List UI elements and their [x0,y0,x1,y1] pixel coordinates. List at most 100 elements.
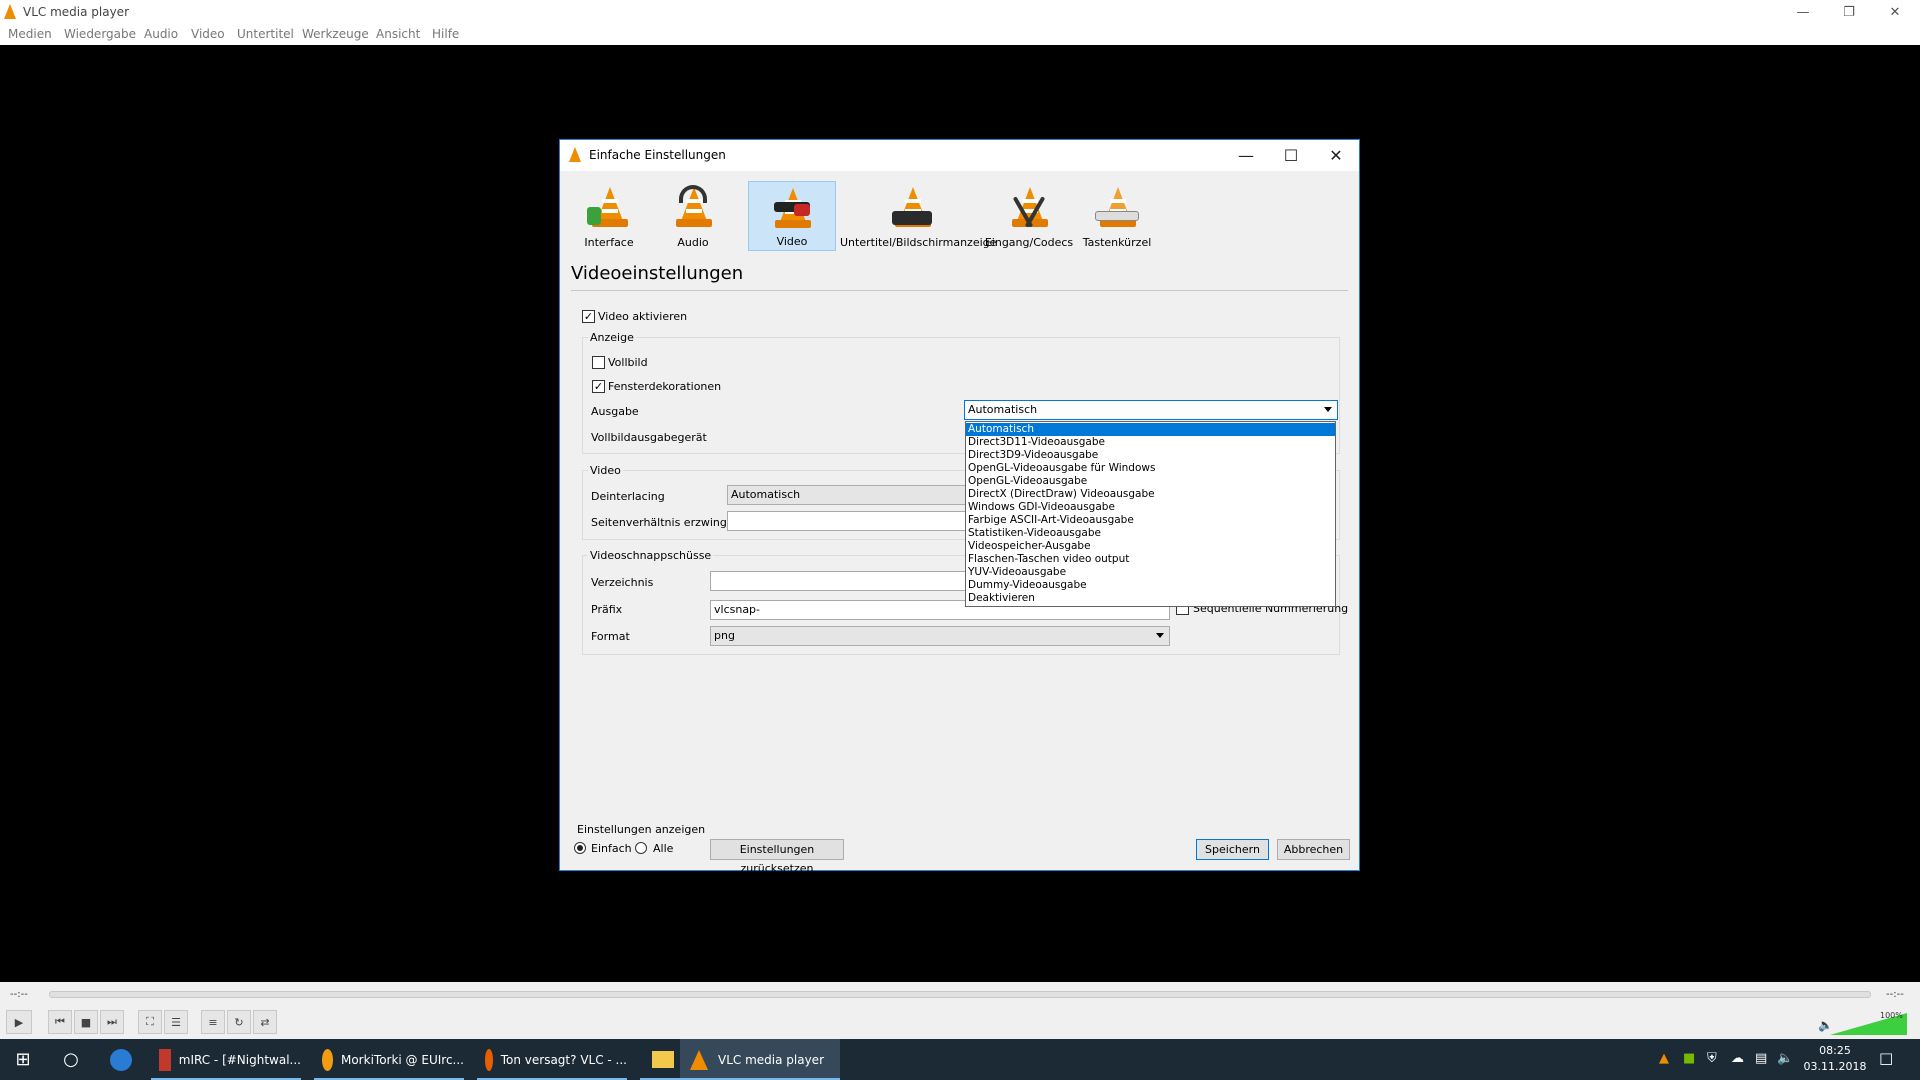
xchat-icon [322,1048,333,1071]
notifications-icon[interactable]: □ [1879,1049,1893,1067]
clock[interactable]: 08:25 03.11.2018 [1800,1043,1870,1075]
network-icon[interactable]: ▤ [1755,1051,1767,1066]
output-option[interactable]: YUV-Videoausgabe [966,566,1335,579]
menu-audio[interactable]: Audio [144,27,178,41]
stop-button[interactable]: ■ [74,1010,98,1034]
category-hotkeys[interactable]: Tastenkürzel [1076,181,1158,251]
input-codecs-cone-icon [1007,185,1051,231]
menu-hilfe[interactable]: Hilfe [432,27,459,41]
menu-medien[interactable]: Medien [8,27,52,41]
menu-ansicht[interactable]: Ansicht [376,27,420,41]
title-bar: VLC media player — ❐ ✕ [0,0,1920,25]
simple-radio-label: Einfach [591,842,632,855]
category-label: Tastenkürzel [1082,236,1152,249]
fullscreen-button[interactable]: ⛶ [138,1010,162,1034]
firefox-icon [485,1048,493,1071]
video-enable-checkbox[interactable]: ✓ [582,310,595,323]
output-select[interactable]: Automatisch [964,400,1338,420]
menu-untertitel[interactable]: Untertitel [237,27,294,41]
output-option[interactable]: Deaktivieren [966,592,1335,605]
taskbar: ⊞ ○ mIRC - [#Nightwal... MorkiTorki @ EU… [0,1039,1920,1080]
shield-icon[interactable]: ⛨ [1707,1051,1717,1066]
reset-settings-button[interactable]: Einstellungen zurücksetzen [710,839,844,875]
output-option[interactable]: Farbige ASCII-Art-Videoausgabe [966,514,1335,527]
format-select[interactable]: png [710,626,1170,646]
dialog-title: Einfache Einstellungen [589,148,726,162]
output-option[interactable]: Direct3D11-Videoausgabe [966,436,1335,449]
fullscreen-checkbox[interactable] [592,356,605,369]
extended-settings-button[interactable]: ☰ [164,1010,188,1034]
play-button[interactable]: ▶ [6,1010,32,1034]
output-option[interactable]: OpenGL-Videoausgabe für Windows [966,462,1335,475]
seek-bar[interactable] [49,991,1871,998]
snapshot-group-title: Videoschnappschüsse [588,549,714,562]
output-label: Ausgabe [591,405,639,418]
shuffle-button[interactable]: ⇄ [253,1010,277,1034]
hotkeys-cone-icon [1095,185,1139,231]
vlc-tray-icon[interactable]: ▲ [1659,1051,1669,1066]
clock-date: 03.11.2018 [1803,1060,1867,1073]
all-radio[interactable] [635,842,647,854]
category-input-codecs[interactable]: Eingang/Codecs [984,181,1074,251]
taskbar-item-vlc[interactable]: VLC media player [680,1039,840,1080]
nvidia-icon[interactable]: ■ [1683,1051,1695,1066]
output-option[interactable]: Flaschen-Taschen video output [966,553,1335,566]
aspect-ratio-input[interactable] [727,511,967,531]
directory-input[interactable] [710,571,967,591]
previous-button[interactable]: ⏮ [48,1010,72,1034]
taskbar-item-xchat[interactable]: MorkiTorki @ EUIrc... [314,1039,464,1080]
loop-button[interactable]: ↻ [227,1010,251,1034]
taskbar-item-firefox[interactable]: Ton versagt? VLC - ... [477,1039,627,1080]
output-option[interactable]: Direct3D9-Videoausgabe [966,449,1335,462]
output-option[interactable]: OpenGL-Videoausgabe [966,475,1335,488]
output-dropdown-list: Automatisch Direct3D11-Videoausgabe Direct… [965,421,1336,607]
minimize-button[interactable]: — [1780,0,1826,25]
output-option[interactable]: Videospeicher-Ausgabe [966,540,1335,553]
dialog-minimize-button[interactable]: — [1224,140,1268,171]
cancel-button[interactable]: Abbrechen [1277,839,1350,860]
menu-video[interactable]: Video [191,27,225,41]
next-button[interactable]: ⏭ [100,1010,124,1034]
restore-button[interactable]: ❐ [1826,0,1872,25]
taskbar-item-label: mIRC - [#Nightwal... [178,1052,301,1067]
page-heading: Videoeinstellungen [571,263,744,284]
category-subtitles[interactable]: Untertitel/Bildschirmanzeige [840,181,996,251]
decorations-checkbox[interactable]: ✓ [592,380,605,393]
deinterlacing-value: Automatisch [731,488,801,501]
dialog-close-button[interactable]: ✕ [1314,140,1358,171]
output-option[interactable]: Automatisch [966,423,1335,436]
close-button[interactable]: ✕ [1872,0,1918,25]
deinterlacing-label: Deinterlacing [591,490,665,503]
category-audio[interactable]: Audio [658,181,728,251]
category-video[interactable]: Video [748,181,836,251]
window-title: VLC media player [23,5,130,19]
volume-icon[interactable]: 🔈 [1777,1051,1793,1066]
category-label: Audio [677,236,709,249]
deinterlacing-select[interactable]: Automatisch [727,485,967,505]
start-button[interactable]: ⊞ [0,1039,46,1080]
output-option[interactable]: Windows GDI-Videoausgabe [966,501,1335,514]
dialog-maximize-button[interactable]: ☐ [1269,140,1313,171]
search-icon[interactable]: ○ [48,1039,94,1080]
taskbar-item-mirc[interactable]: mIRC - [#Nightwal... [151,1039,301,1080]
heading-divider [571,290,1348,291]
output-option[interactable]: Dummy-Videoausgabe [966,579,1335,592]
format-value: png [714,629,735,642]
menu-werkzeuge[interactable]: Werkzeuge [302,27,369,41]
category-interface[interactable]: Interface [574,181,644,251]
taskbar-item-label: VLC media player [718,1052,825,1067]
menu-wiedergabe[interactable]: Wiedergabe [64,27,136,41]
save-button[interactable]: Speichern [1196,839,1269,860]
chevron-down-icon [1324,407,1332,412]
app-blue-icon[interactable] [98,1039,144,1080]
cloud-icon[interactable]: ☁ [1731,1051,1744,1066]
category-label: Video [776,235,808,248]
clock-time: 08:25 [1819,1044,1851,1057]
output-option[interactable]: Statistiken-Videoausgabe [966,527,1335,540]
video-cone-icon [770,186,814,232]
output-option[interactable]: DirectX (DirectDraw) Videoausgabe [966,488,1335,501]
simple-radio[interactable] [574,842,586,854]
fullscreen-device-label: Vollbildausgabegerät [591,431,707,444]
vlc-logo-icon [4,4,16,19]
playlist-button[interactable]: ≡ [201,1010,225,1034]
